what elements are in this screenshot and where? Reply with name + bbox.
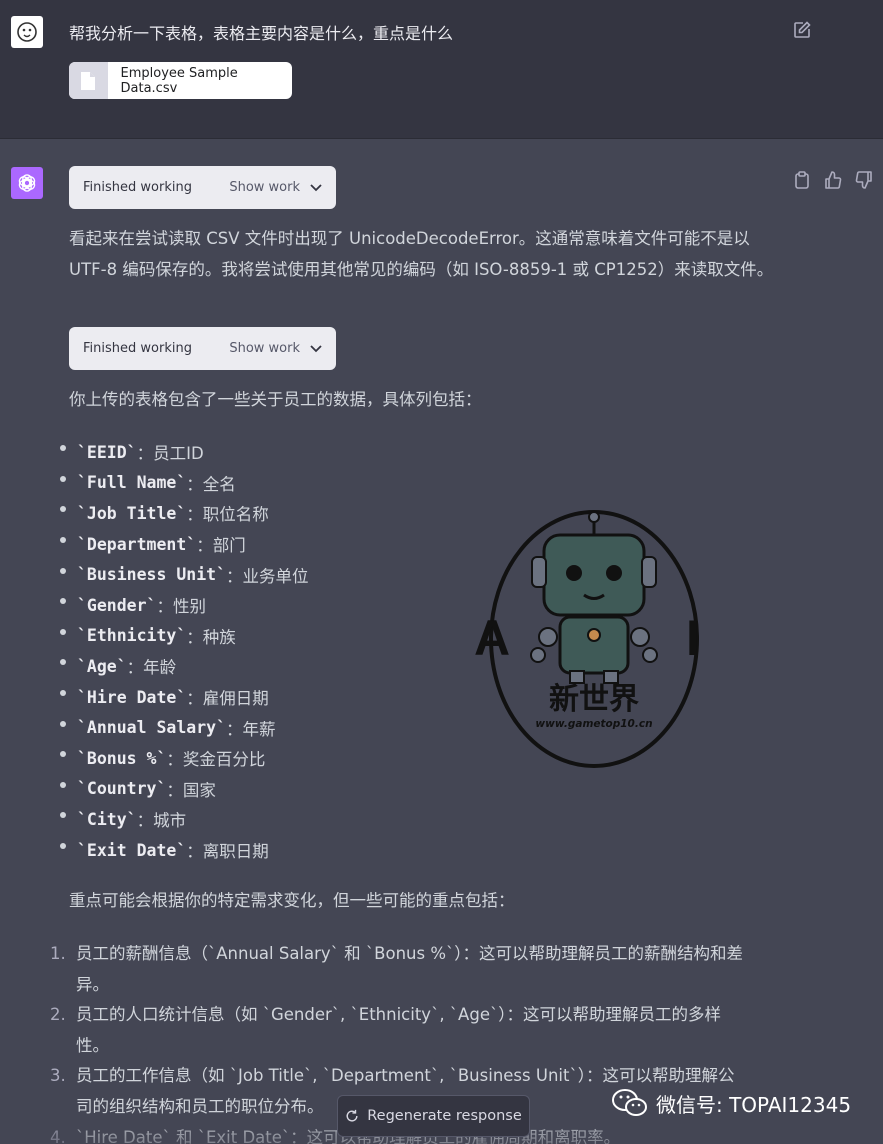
work-status: Finished working (83, 341, 192, 356)
user-avatar (11, 16, 43, 48)
message-actions (792, 170, 874, 190)
list-item: `Ethnicity` ：种族 (60, 621, 309, 652)
columns-intro: 你上传的表格包含了一些关于员工的数据，具体列包括： (69, 390, 482, 409)
list-item: `Hire Date` ：雇佣日期 (60, 682, 309, 713)
regenerate-label: Regenerate response (367, 1108, 522, 1124)
list-item: `Department` ：部门 (60, 529, 309, 560)
list-item: `Age` ：年龄 (60, 651, 309, 682)
chevron-down-icon (310, 344, 322, 352)
list-item: `Exit Date` ：离职日期 (60, 835, 309, 866)
wechat-watermark: 微信号: TOPAI12345 (612, 1088, 851, 1118)
list-item: `Annual Salary` ：年薪 (60, 712, 309, 743)
user-message-text: 帮我分析一下表格，表格主要内容是什么，重点是什么 (69, 24, 454, 43)
finished-working-panel: Finished working Show work (69, 327, 336, 370)
finished-working-panel: Finished working Show work (69, 166, 336, 209)
thumbs-down-icon[interactable] (854, 170, 874, 190)
wechat-icon (612, 1089, 647, 1116)
list-item: `Country` ：国家 (60, 774, 309, 805)
list-item: `EEID` ：员工ID (60, 437, 309, 468)
show-work-label: Show work (229, 341, 300, 356)
user-avatar-icon (17, 22, 37, 42)
edit-icon[interactable] (792, 20, 812, 40)
list-item: `Full Name` ：全名 (60, 468, 309, 499)
thumbs-up-icon[interactable] (823, 170, 843, 190)
wechat-label: 微信号: TOPAI12345 (656, 1092, 852, 1117)
list-item: `Bonus %` ：奖金百分比 (60, 743, 309, 774)
watermark-url: www.gametop10.cn (535, 718, 652, 730)
work-status: Finished working (83, 180, 192, 195)
list-item: 1. 员工的薪酬信息（`Annual Salary` 和 `Bonus %`）：… (50, 944, 744, 994)
user-message-block: 帮我分析一下表格，表格主要内容是什么，重点是什么 Employee Sample… (0, 0, 883, 139)
watermark-letter-a: A (474, 610, 510, 666)
list-item: `City` ：城市 (60, 804, 309, 835)
regenerate-response-button[interactable]: Regenerate response (337, 1095, 530, 1137)
list-item: `Business Unit` ：业务单位 (60, 559, 309, 590)
list-item: `Job Title` ：职位名称 (60, 498, 309, 529)
response-intro: 看起来在尝试读取 CSV 文件时出现了 UnicodeDecodeError。这… (69, 229, 774, 279)
file-attachment[interactable]: Employee Sample Data.csv (69, 62, 292, 99)
refresh-icon (346, 1109, 358, 1122)
copy-icon[interactable] (792, 170, 812, 190)
chevron-down-icon (310, 183, 322, 191)
show-work-label: Show work (229, 180, 300, 195)
list-item: 2. 员工的人口统计信息（如 `Gender`, `Ethnicity`, `A… (50, 1005, 721, 1055)
watermark-logo: A I 新世界 www.gametop10.cn (474, 510, 700, 768)
watermark-title: 新世界 (549, 682, 639, 717)
show-work-toggle[interactable]: Show work (229, 180, 322, 195)
columns-list: `EEID` ：员工ID `Full Name` ：全名 `Job Title` ：职… (60, 437, 309, 865)
assistant-avatar (11, 167, 43, 199)
focus-intro: 重点可能会根据你的特定需求变化，但一些可能的重点包括： (69, 891, 515, 910)
file-name: Employee Sample Data.csv (120, 65, 238, 96)
file-icon (69, 62, 108, 99)
watermark-letter-i: I (686, 610, 700, 666)
show-work-toggle[interactable]: Show work (229, 341, 322, 356)
list-item: `Gender` ：性别 (60, 590, 309, 621)
openai-logo-icon (18, 174, 36, 192)
